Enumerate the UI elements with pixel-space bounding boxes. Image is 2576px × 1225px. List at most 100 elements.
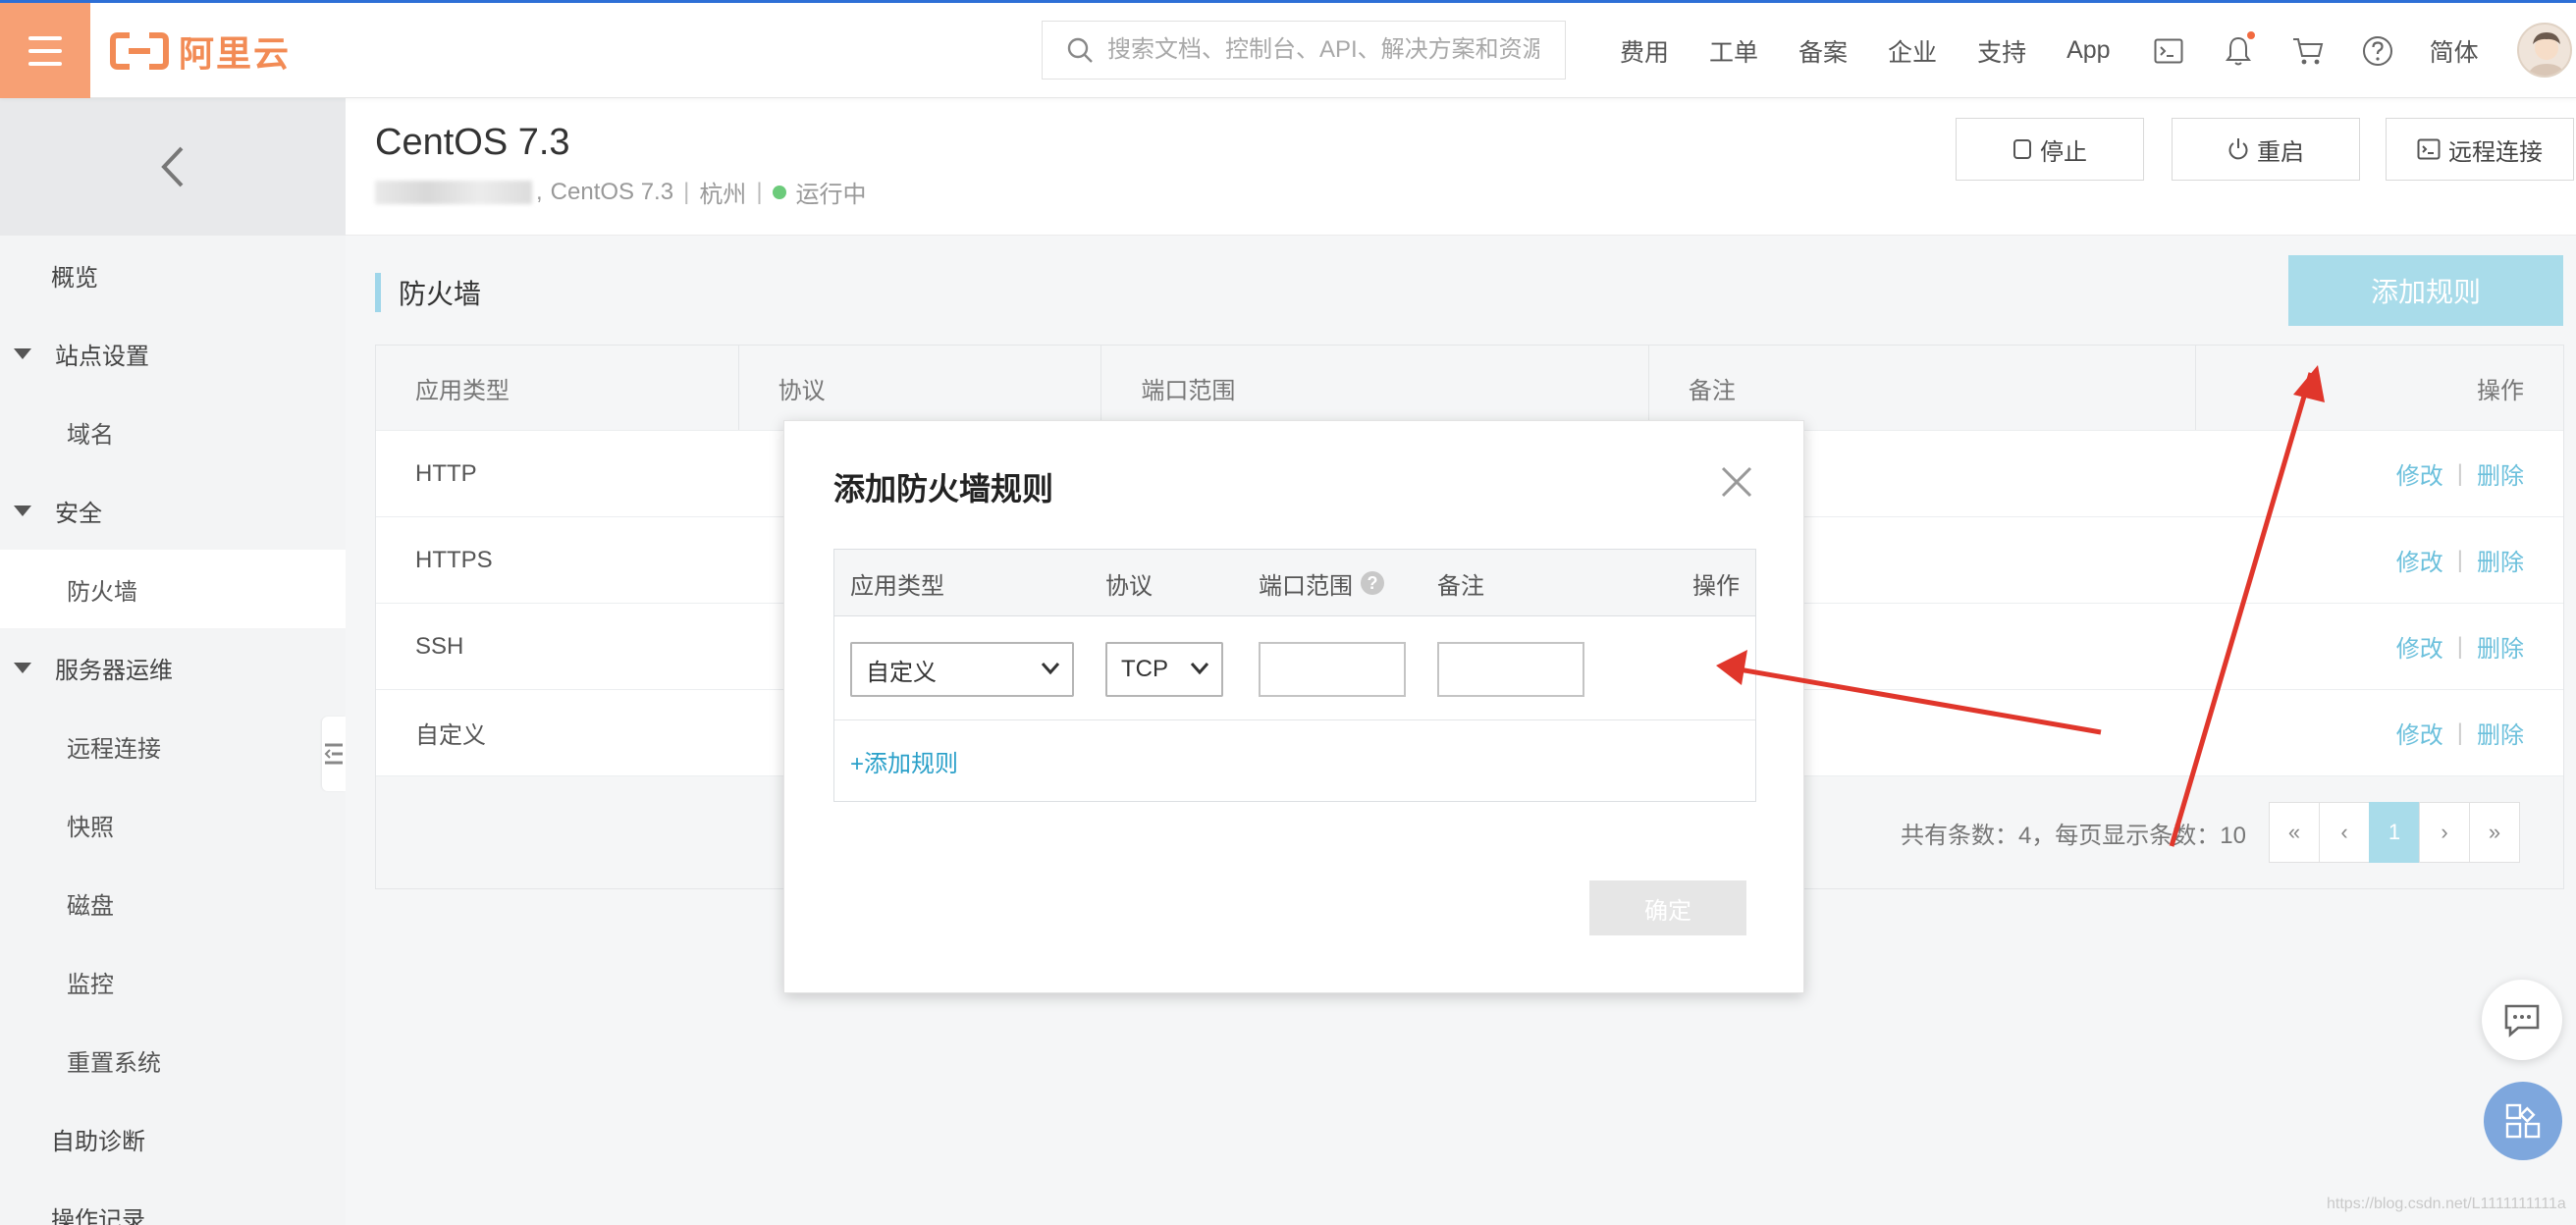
page-1-button[interactable]: 1 [2369,802,2420,863]
sidebar-item-reset-system[interactable]: 重置系统 [0,1021,346,1099]
sidebar-group-site-settings[interactable]: 站点设置 [0,314,346,393]
redacted-instance-id [375,180,532,204]
actions-cell: 修改 | 删除 [2196,517,2563,603]
delete-link[interactable]: 删除 [2477,716,2524,750]
sidebar-item-label: 防火墙 [67,578,137,606]
sidebar-item-label: 远程连接 [67,735,161,763]
sidebar-item-firewall[interactable]: 防火墙 [0,550,346,628]
sidebar-item-label: 概览 [51,264,98,292]
edit-link[interactable]: 修改 [2396,456,2443,491]
sidebar-item-label: 服务器运维 [55,657,173,684]
sidebar-item-overview[interactable]: 概览 [0,236,346,314]
restart-button[interactable]: 重启 [2172,118,2360,181]
close-icon[interactable] [1717,462,1756,502]
nav-fees[interactable]: 费用 [1620,33,1669,69]
first-page-button[interactable]: « [2269,802,2320,863]
sidebar-collapse-handle[interactable] [322,717,346,791]
delete-link[interactable]: 删除 [2477,543,2524,577]
sidebar-item-operation-log[interactable]: 操作记录 [0,1178,346,1225]
sidebar-item-monitor[interactable]: 监控 [0,942,346,1021]
menu-toggle-button[interactable] [0,3,90,98]
search-box[interactable] [1042,21,1566,80]
hamburger-line-icon [28,48,62,53]
nav-tickets[interactable]: 工单 [1709,33,1758,69]
sidebar-group-server-ops[interactable]: 服务器运维 [0,628,346,707]
nav-enterprise[interactable]: 企业 [1888,33,1937,69]
caret-down-icon [14,505,31,516]
sidebar-item-disk[interactable]: 磁盘 [0,864,346,942]
sidebar-item-label: 站点设置 [55,343,149,370]
cart-icon[interactable] [2290,33,2326,69]
prev-page-button[interactable]: ‹ [2319,802,2370,863]
top-bar: 阿里云 费用 工单 备案 企业 支持 App 简体 [0,0,2576,98]
sidebar-item-snapshot[interactable]: 快照 [0,785,346,864]
sidebar-item-label: 操作记录 [51,1206,145,1225]
instance-region: 杭州 [699,182,747,208]
port-range-input[interactable] [1259,642,1406,697]
actions-cell: 修改 | 删除 [2196,431,2563,516]
column-header: 协议 [739,346,1102,430]
nav-support[interactable]: 支持 [1977,33,2026,69]
stop-button[interactable]: 停止 [1956,118,2144,181]
next-page-button[interactable]: › [2419,802,2470,863]
dialog-title: 添加防火墙规则 [833,471,1054,506]
sidebar-item-label: 磁盘 [67,892,114,920]
chevron-down-icon [1190,663,1209,675]
hamburger-line-icon [28,61,62,66]
edit-link[interactable]: 修改 [2396,716,2443,750]
rule-row: 自定义 TCP [834,616,1755,720]
app-type-cell: HTTPS [415,546,493,573]
help-icon[interactable]: ? [1361,571,1384,595]
sidebar-item-remote-connect[interactable]: 远程连接 [0,707,346,785]
column-header: 操作 [2477,377,2525,404]
column-header: 操作 [1692,572,1740,600]
edit-link[interactable]: 修改 [2396,629,2443,664]
avatar[interactable] [2517,23,2572,78]
terminal-icon [2417,138,2441,160]
sidebar-item-label: 重置系统 [67,1049,161,1077]
language-switch[interactable]: 简体 [2430,33,2479,69]
user-avatar-icon [2527,32,2566,76]
sidebar-item-domain[interactable]: 域名 [0,393,346,471]
terminal-icon[interactable] [2151,33,2186,69]
sidebar-item-self-diagnosis[interactable]: 自助诊断 [0,1099,346,1178]
chat-icon [2504,1004,2540,1038]
aliyun-logo[interactable]: 阿里云 [110,28,291,74]
search-input[interactable] [1107,36,1539,64]
sidebar-group-security[interactable]: 安全 [0,471,346,550]
status-dot-icon [772,185,786,199]
column-header: 协议 [1105,572,1153,600]
chat-button[interactable] [2482,980,2562,1060]
remote-connect-button[interactable]: 远程连接 [2386,118,2574,181]
column-header: 备注 [1649,346,2197,430]
edit-link[interactable]: 修改 [2396,543,2443,577]
app-type-select[interactable]: 自定义 [850,642,1074,697]
nav-icp-filing[interactable]: 备案 [1798,33,1848,69]
nav-app[interactable]: App [2066,36,2110,65]
add-rule-link[interactable]: +添加规则 [834,720,1755,801]
delete-link[interactable]: 删除 [2477,629,2524,664]
actions-cell: 修改 | 删除 [2196,690,2563,775]
apps-button[interactable] [2484,1082,2562,1160]
protocol-select[interactable]: TCP [1105,642,1223,697]
pagination: « ‹ 1 › » [2269,802,2520,863]
sidebar-item-label: 快照 [67,814,114,841]
instance-os: CentOS 7.3 [550,178,674,205]
top-nav: 费用 工单 备案 企业 支持 App 简体 [1620,3,2519,98]
last-page-button[interactable]: » [2469,802,2520,863]
collapse-menu-icon [324,743,343,765]
back-button[interactable] [0,98,346,236]
help-icon[interactable] [2360,33,2395,69]
delete-link[interactable]: 删除 [2477,456,2524,491]
sidebar-item-label: 自助诊断 [51,1128,145,1155]
add-firewall-rule-dialog: 添加防火墙规则 应用类型 协议 端口范围? 备注 操作 自定义 TCP +添加规… [783,420,1804,993]
caret-down-icon [14,662,31,673]
bell-icon[interactable] [2221,30,2256,69]
apps-grid-icon [2505,1103,2541,1139]
stop-icon [2013,139,2031,159]
remark-input[interactable] [1437,642,1584,697]
aliyun-logo-icon [110,32,169,70]
add-rule-button[interactable]: 添加规则 [2288,255,2563,326]
confirm-button[interactable]: 确定 [1589,880,1746,935]
app-type-cell: 自定义 [415,722,486,749]
